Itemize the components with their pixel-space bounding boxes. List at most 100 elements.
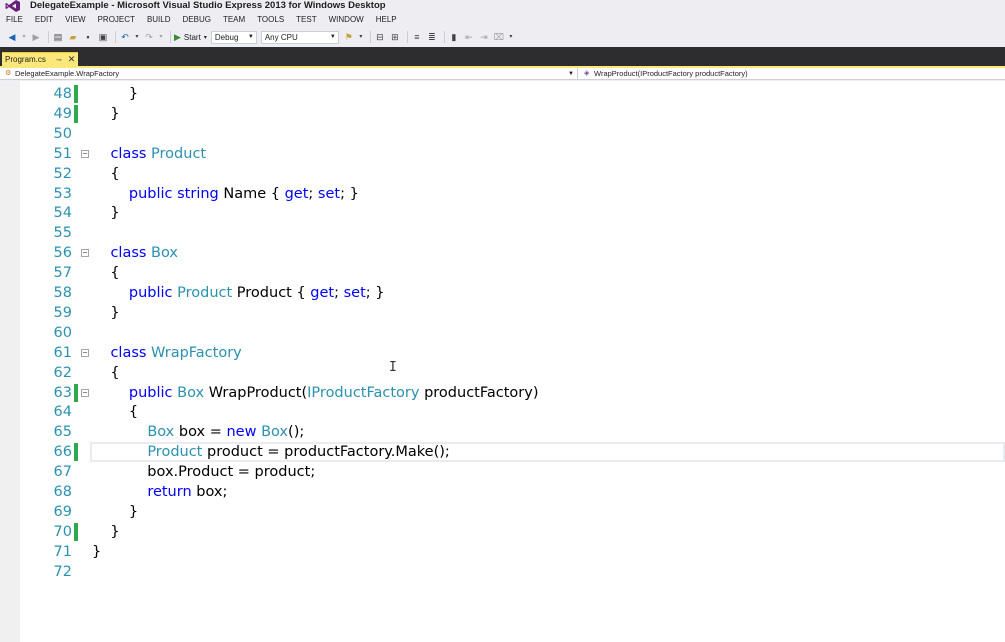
uncomment-lines-icon[interactable]: ≣ [426,31,438,43]
new-project-icon[interactable]: ▤ [52,31,64,43]
saved-change-marker [74,443,78,462]
code-editor[interactable]: 48 } 49 } 50 51− class Product 52 {53 public… [0,81,1005,642]
code-token: ; } [365,285,385,301]
class-icon: ⚙ [5,70,12,77]
code-line[interactable]: 65 Box box = new Box(); [0,422,1005,442]
code-line[interactable]: 49 } [0,104,1005,124]
navigation-bar: ⚙ DelegateExample.WrapFactory ▼ ◈ WrapPr… [0,68,1005,80]
properties-icon[interactable]: ⊞ [389,31,401,43]
menu-tools[interactable]: TOOLS [251,13,290,26]
line-number: 57 [53,265,72,282]
start-debugging-button[interactable]: ▶ Start ▾ [174,32,207,43]
toolbar-options-icon[interactable]: ▾ [508,31,514,43]
code-line[interactable]: 53 public string Name { get; set; } [0,184,1005,204]
code-line[interactable]: 60 [0,323,1005,343]
code-line[interactable]: 70 } [0,522,1005,542]
menu-team[interactable]: TEAM [217,13,251,26]
code-line[interactable]: 58 public Product Product { get; set; } [0,283,1005,303]
solution-platform-select[interactable]: Any CPU ▼ [260,30,339,44]
menu-window[interactable]: WINDOW [323,13,370,26]
menu-build[interactable]: BUILD [141,13,177,26]
line-number: 59 [53,304,72,321]
code-line[interactable]: 72 [0,562,1005,582]
code-token: ; [308,185,318,202]
code-token: } [92,86,139,102]
redo-icon[interactable]: ↷ [143,31,155,43]
code-line[interactable]: 59 } [0,303,1005,323]
find-in-files-icon[interactable]: ⚑ [343,31,355,43]
navigate-forward-icon[interactable]: ▶ [30,31,42,43]
start-dropdown-icon[interactable]: ▾ [204,34,207,41]
save-all-icon[interactable]: ▣ [97,31,109,43]
solution-configuration-select[interactable]: Debug ▼ [210,30,257,44]
menu-test[interactable]: TEST [290,13,322,26]
code-line[interactable]: 63− public Box WrapProduct(IProductFacto… [0,383,1005,403]
configuration-value: Debug [214,32,239,42]
pin-icon[interactable]: ⊸ [56,56,62,64]
code-line[interactable]: 52 { [0,164,1005,184]
member-scope-dropdown[interactable]: ◈ WrapProduct(IProductFactory productFac… [582,68,1005,80]
menu-debug[interactable]: DEBUG [177,13,217,26]
collapse-outline-icon[interactable]: − [81,348,89,357]
comment-lines-icon[interactable]: ≡ [411,31,423,43]
code-token: } [92,543,102,560]
code-text: public Box WrapProduct(IProductFactory p… [92,383,539,403]
type-scope-dropdown[interactable]: ⚙ DelegateExample.WrapFactory ▼ [3,68,578,80]
keyword-token: get [284,185,309,202]
menu-help[interactable]: HELP [370,13,403,26]
bookmark-icon[interactable]: ▮ [448,31,460,43]
redo-dropdown-icon[interactable]: ▾ [158,31,164,43]
clear-bookmarks-icon[interactable]: ⌧ [493,31,505,43]
code-text: public Product Product { get; set; } [92,283,385,303]
code-line[interactable]: 61− class WrapFactory [0,343,1005,363]
line-number: 54 [53,205,72,222]
code-line[interactable]: 50 [0,124,1005,144]
dropdown-arrow-icon[interactable]: ▾ [21,31,27,43]
code-text: { [92,402,138,422]
menu-edit[interactable]: EDIT [29,13,59,26]
code-line[interactable]: 57 { [0,263,1005,283]
code-line[interactable]: 62 { [0,363,1005,383]
code-token: ; [334,285,344,301]
code-line[interactable]: 55 [0,223,1005,243]
keyword-token: return [147,484,192,500]
code-line[interactable]: 71} [0,542,1005,562]
undo-dropdown-icon[interactable]: ▾ [134,31,140,43]
code-line[interactable]: 68 return box; [0,482,1005,502]
code-text: } [92,84,138,104]
start-label: Start [183,32,201,42]
method-icon: ◈ [584,70,590,77]
collapse-outline-icon[interactable]: − [81,388,89,397]
undo-icon[interactable]: ↶ [119,31,131,43]
code-line[interactable]: 48 } [0,84,1005,104]
code-line[interactable]: 67 box.Product = product; [0,462,1005,482]
navigate-back-icon[interactable]: ◀ [6,31,18,43]
menu-file[interactable]: FILE [0,13,29,26]
save-icon[interactable]: ▪ [82,31,94,43]
code-token: WrapProduct( [204,384,308,401]
chevron-down-icon: ▼ [568,71,574,77]
close-icon[interactable]: ✕ [68,54,76,65]
class-view-icon[interactable]: ⊟ [374,31,386,43]
open-file-icon[interactable]: ▰ [67,31,79,43]
code-line[interactable]: 56− class Box [0,243,1005,263]
code-line[interactable]: 64 { [0,402,1005,422]
code-line[interactable]: 69 } [0,502,1005,522]
code-line[interactable]: 51− class Product [0,144,1005,164]
collapse-outline-icon[interactable]: − [81,149,89,158]
collapse-outline-icon[interactable]: − [81,249,89,258]
overflow-dropdown-icon[interactable]: ▾ [358,31,364,43]
menu-view[interactable]: VIEW [59,13,91,26]
previous-bookmark-icon[interactable]: ⇤ [463,31,475,43]
code-token: (); [288,424,305,441]
code-line[interactable]: 66 Product product = productFactory.Make… [0,442,1005,462]
next-bookmark-icon[interactable]: ⇥ [478,31,490,43]
menu-project[interactable]: PROJECT [92,13,141,26]
type-token: WrapFactory [151,344,242,361]
line-number: 63 [53,384,72,401]
tab-program-cs[interactable]: Program.cs ⊸ ✕ [2,52,78,66]
code-line[interactable]: 54 } [0,203,1005,223]
